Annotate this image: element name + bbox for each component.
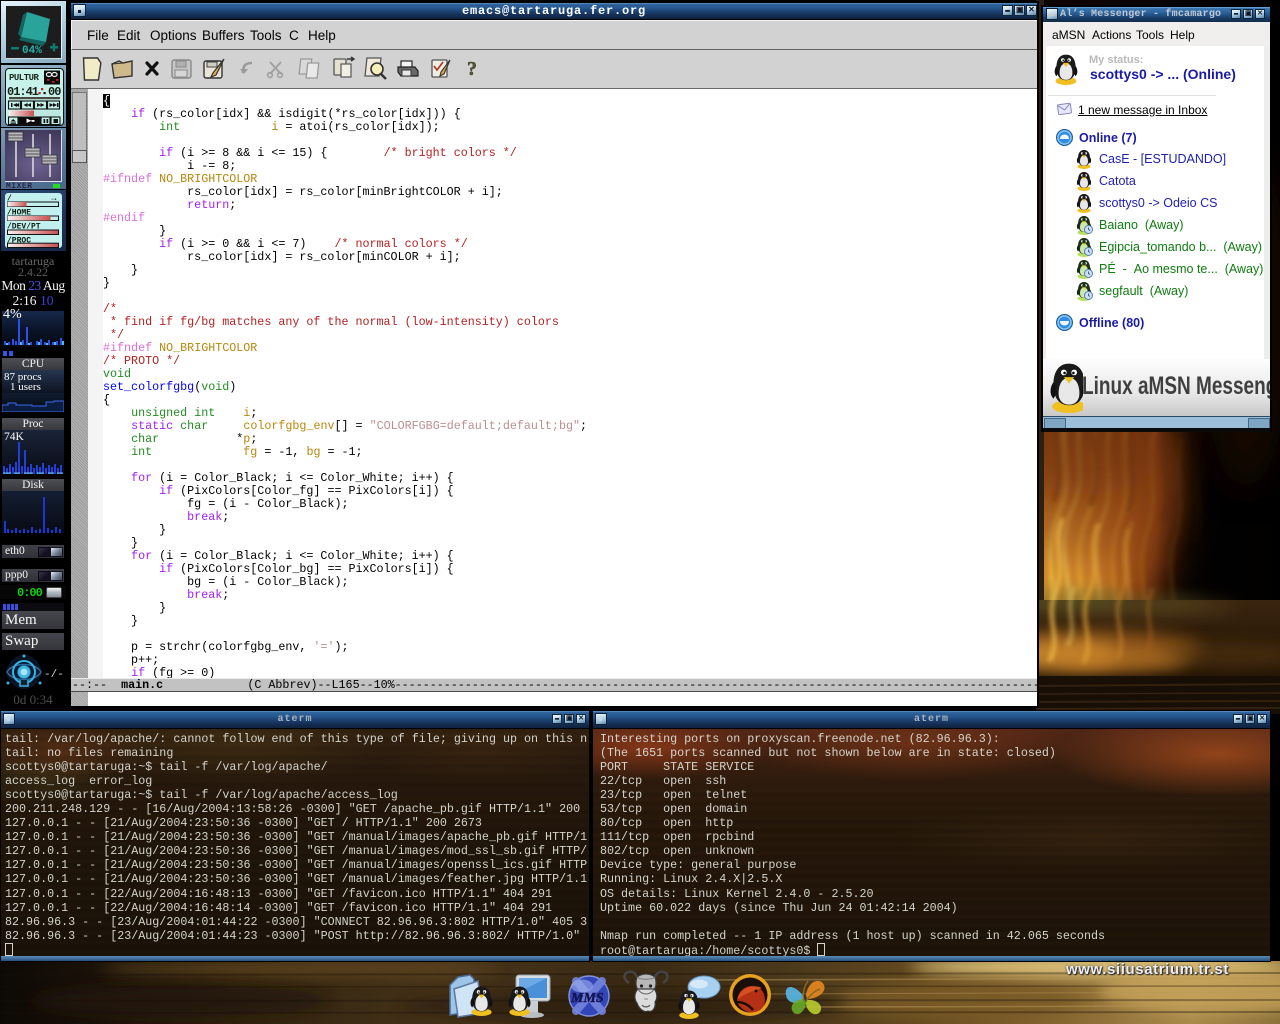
svg-text:01:41: 01:41 [7,85,39,99]
svg-text:MMS: MMS [570,991,604,1006]
svg-text:PULTUR: PULTUR [9,73,40,83]
svg-text:00: 00 [48,85,61,99]
svg-text:-/-: -/- [44,669,64,681]
svg-text:?: ? [467,58,477,80]
svg-text:04%: 04% [22,45,42,57]
